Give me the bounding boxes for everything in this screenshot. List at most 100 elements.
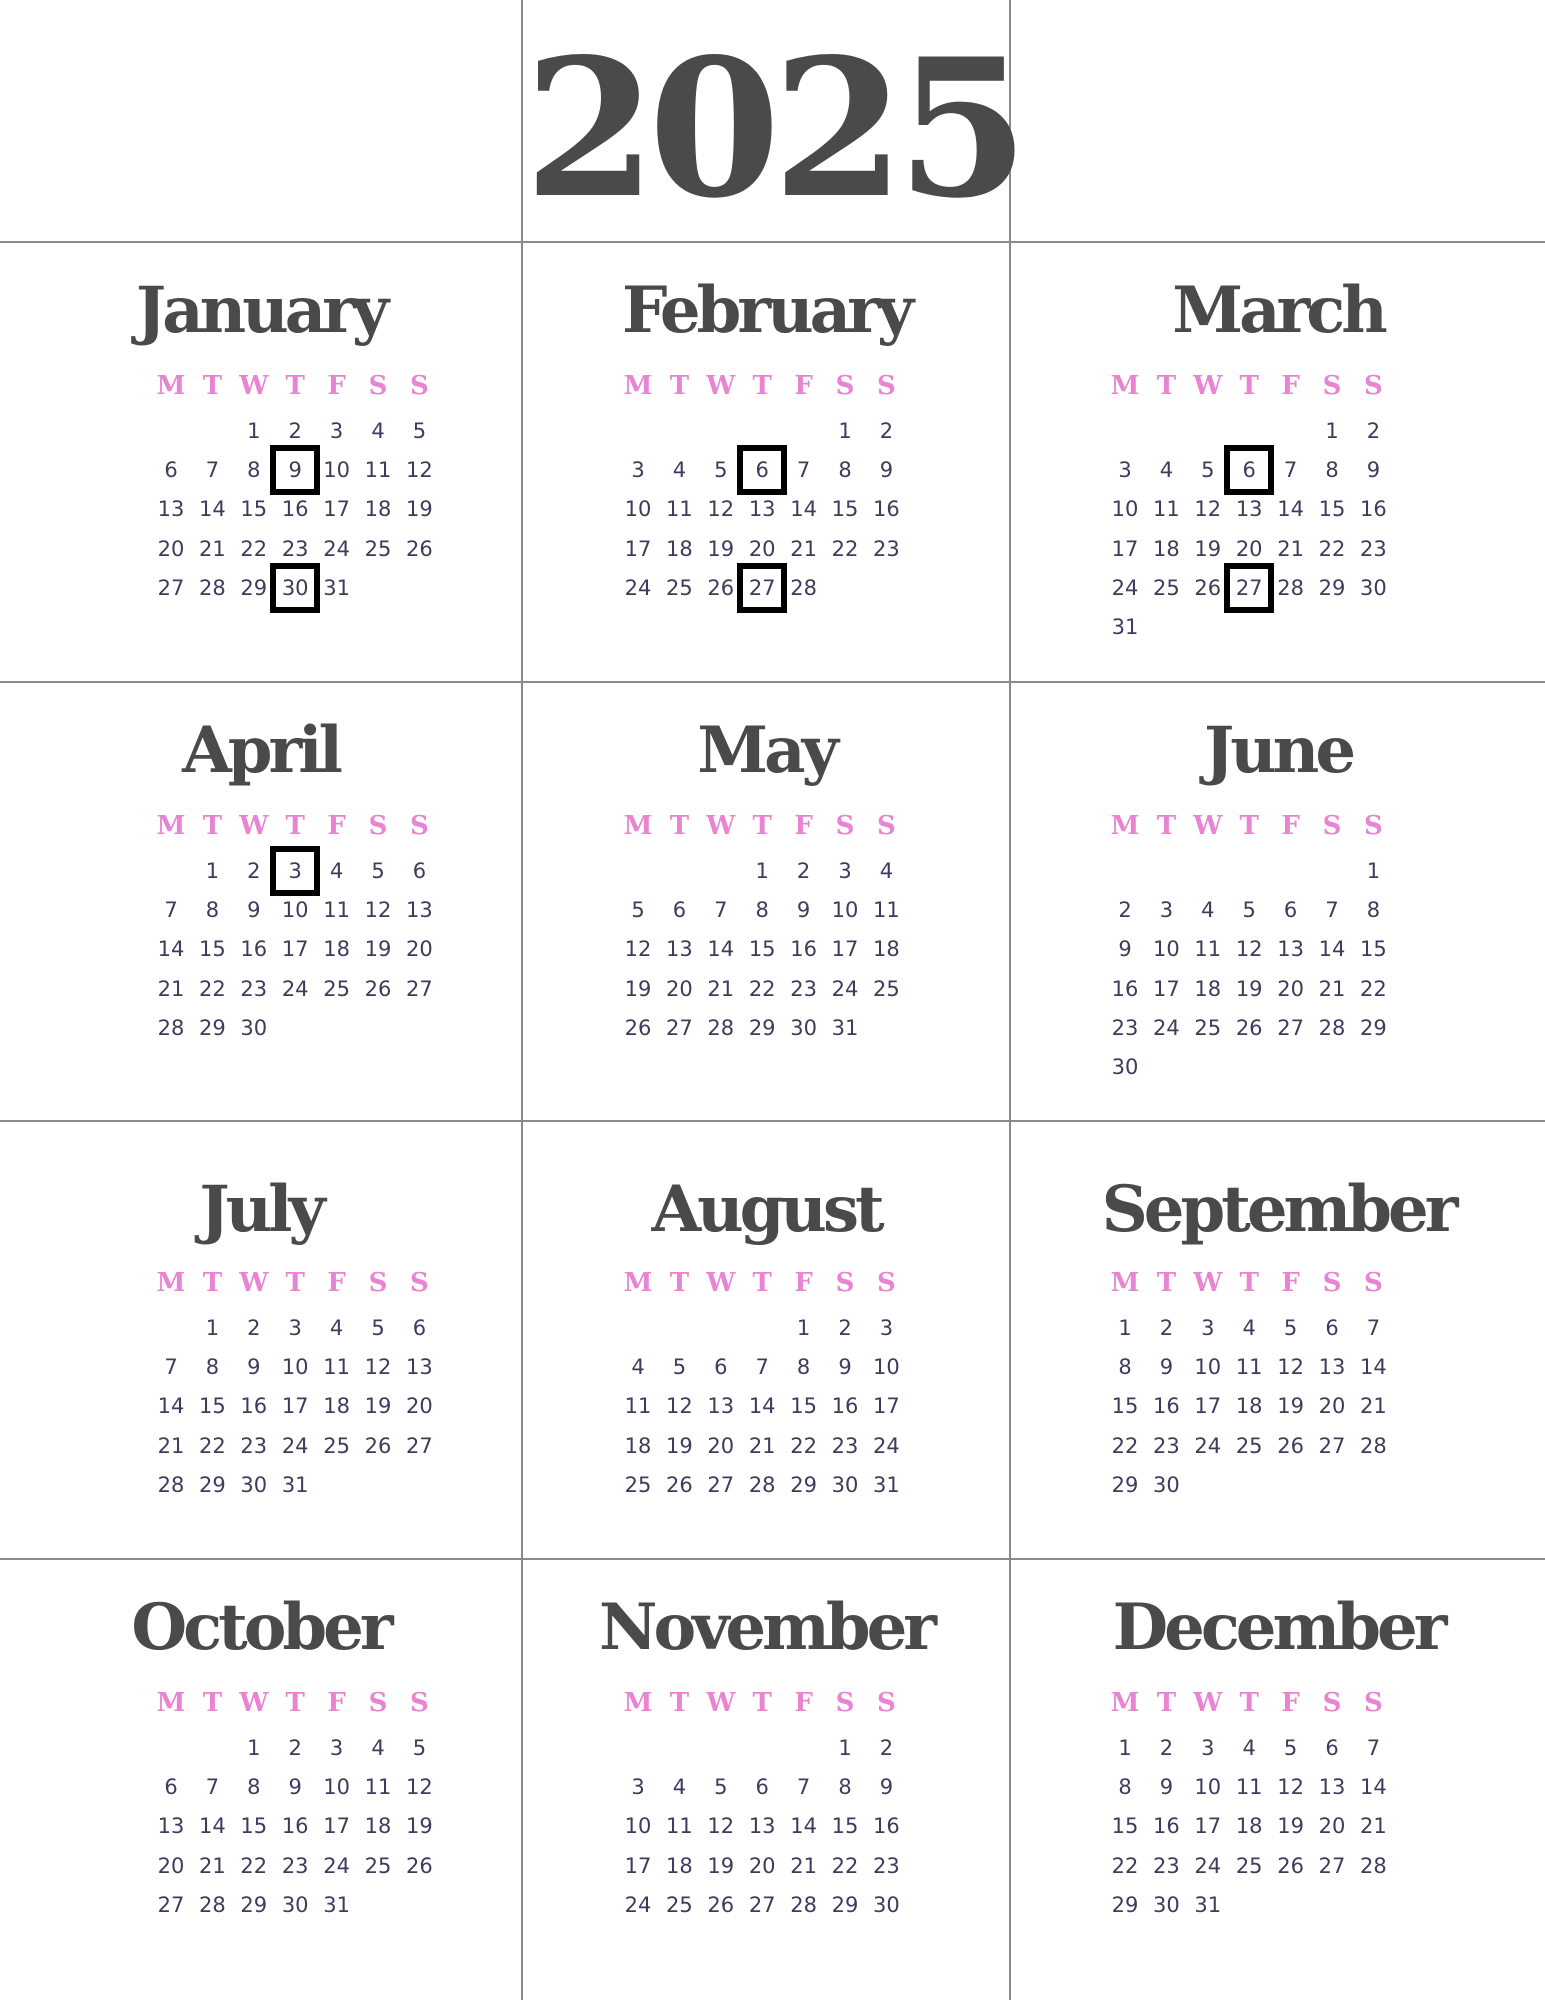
- weekday-header: S: [835, 1688, 855, 1718]
- weekday-header: F: [1281, 1268, 1300, 1298]
- day-cell: 26: [406, 536, 433, 561]
- day-cell: 22: [240, 536, 268, 561]
- day-cell: 3: [631, 458, 645, 483]
- day-cell: 9: [1366, 458, 1381, 483]
- day-cell: 13: [1235, 497, 1263, 522]
- day-cell: 23: [873, 1853, 900, 1878]
- day-cell: 24: [1194, 1433, 1222, 1458]
- weekday-header: S: [1322, 811, 1342, 841]
- day-cell: 29: [240, 1892, 268, 1917]
- day-cell: 4: [371, 1736, 385, 1760]
- month-title: October: [131, 1590, 393, 1665]
- day-cell: 17: [1194, 1394, 1222, 1419]
- weekday-header: S: [877, 1688, 896, 1718]
- day-cell: 22: [1360, 976, 1387, 1001]
- day-cell: 4: [672, 458, 687, 483]
- day-cell: 4: [1201, 898, 1215, 923]
- day-cell: 31: [323, 575, 350, 600]
- weekday-header: T: [1156, 1688, 1177, 1718]
- day-cell: 13: [1318, 1355, 1346, 1380]
- month-title: June: [1203, 713, 1356, 788]
- day-cell: 29: [790, 1472, 817, 1497]
- day-cell: 24: [323, 1853, 350, 1878]
- day-cell: 10: [323, 458, 350, 483]
- day-cell: 2: [247, 859, 261, 883]
- day-cell: 6: [1325, 1736, 1339, 1760]
- month-title: February: [621, 273, 914, 348]
- day-cell: 17: [323, 1814, 350, 1839]
- month-title: August: [651, 1172, 884, 1247]
- day-cell: 23: [831, 1433, 859, 1458]
- day-cell: 21: [157, 976, 185, 1001]
- day-cell: 13: [748, 1814, 776, 1839]
- day-cell: 25: [1235, 1853, 1263, 1878]
- day-cell: 10: [323, 1775, 350, 1800]
- weekday-header: M: [156, 811, 186, 841]
- day-cell: 8: [838, 458, 852, 483]
- weekday-header: S: [368, 371, 388, 401]
- day-cell: 19: [364, 937, 392, 962]
- day-cell: 3: [879, 1316, 894, 1340]
- day-cell: 8: [838, 1775, 852, 1800]
- day-cell: 31: [281, 1472, 309, 1497]
- day-cell: 25: [873, 976, 900, 1001]
- day-cell: 28: [157, 1472, 185, 1497]
- day-cell: 20: [666, 976, 693, 1001]
- month-august: August M T W T F S S 1 2 3 4 5 6 7 8 9 10 11 12 13 14 15 16 17 18…: [523, 1120, 1009, 1558]
- day-cell: 26: [1194, 575, 1222, 600]
- weekday-header: W: [239, 811, 269, 841]
- day-cell: 5: [1201, 458, 1215, 483]
- weekday-header: S: [410, 371, 429, 401]
- day-cell: 3: [1201, 1316, 1215, 1340]
- day-cell: 4: [672, 1775, 687, 1800]
- day-cell: 18: [1235, 1814, 1263, 1839]
- day-cell: 2: [796, 859, 811, 883]
- day-cell: 18: [873, 937, 900, 962]
- day-cell: 18: [666, 1853, 693, 1878]
- weekday-header: S: [1364, 371, 1383, 401]
- day-cell: 20: [1318, 1814, 1346, 1839]
- weekday-header: T: [1239, 371, 1259, 401]
- day-cell: 27: [1318, 1853, 1346, 1878]
- weekday-header: M: [623, 1688, 653, 1718]
- day-cell: 3: [288, 1316, 302, 1340]
- day-cell: 30: [790, 1015, 817, 1040]
- weekday-header: T: [1239, 1688, 1259, 1718]
- weekday-header: W: [1193, 371, 1223, 401]
- weekday-header: T: [202, 1688, 223, 1718]
- day-cell: 27: [157, 1892, 185, 1917]
- day-cell: 22: [199, 1433, 226, 1458]
- day-cell: 14: [199, 1814, 226, 1839]
- day-cell: 17: [281, 937, 309, 962]
- day-cell: 30: [1111, 1055, 1139, 1079]
- day-cell: 18: [364, 1814, 392, 1839]
- weekday-header: W: [706, 811, 736, 841]
- day-cell: 17: [624, 1853, 652, 1878]
- day-cell-marked: 27: [737, 562, 788, 613]
- day-cell-marked: 6: [737, 445, 788, 496]
- weekday-header: W: [239, 1688, 269, 1718]
- month-title: March: [1172, 273, 1388, 348]
- day-cell-marked: 6: [1224, 445, 1275, 496]
- month-title: January: [135, 273, 389, 348]
- day-cell: 14: [790, 1814, 817, 1839]
- month-december: December M T W T F S S 1 2 3 4 5 6 7 8 9 10 11 12 13 14 15 16 17…: [1011, 1558, 1545, 1996]
- weekday-header: F: [1281, 811, 1300, 841]
- day-cell-marked: 30: [270, 562, 321, 613]
- day-cell: 3: [1159, 898, 1174, 923]
- day-cell: 27: [157, 575, 185, 600]
- day-cell: 11: [1235, 1775, 1263, 1800]
- day-cell: 3: [838, 859, 852, 883]
- day-cell: 24: [323, 536, 350, 561]
- day-cell: 5: [412, 1736, 427, 1760]
- day-cell: 19: [666, 1433, 693, 1458]
- weekday-header: W: [1193, 1688, 1223, 1718]
- weekday-header: T: [752, 1268, 772, 1298]
- month-november: November M T W T F S S 1 2 3 4 5 6 7 8 9 10 11 12 13 14 15 16 17…: [523, 1558, 1009, 1996]
- day-cell: 23: [281, 536, 309, 561]
- weekday-header: T: [752, 371, 772, 401]
- day-cell: 17: [1153, 976, 1180, 1001]
- weekday-header: T: [285, 1688, 305, 1718]
- day-cell: 29: [1360, 1015, 1387, 1040]
- day-cell: 10: [873, 1355, 900, 1380]
